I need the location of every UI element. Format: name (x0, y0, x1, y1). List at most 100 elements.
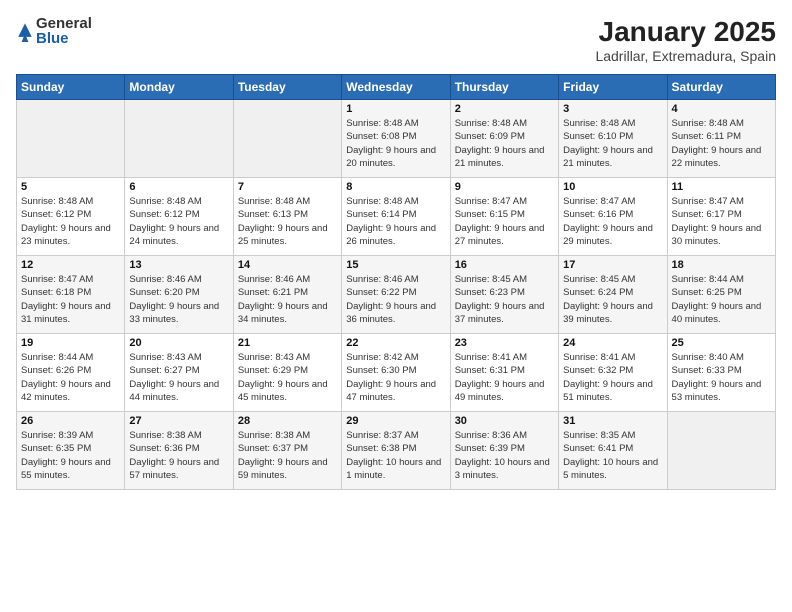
day-info: Sunrise: 8:37 AMSunset: 6:38 PMDaylight:… (346, 429, 445, 482)
day-info: Sunrise: 8:42 AMSunset: 6:30 PMDaylight:… (346, 351, 445, 404)
day-info: Sunrise: 8:47 AMSunset: 6:16 PMDaylight:… (563, 195, 662, 248)
day-cell: 17 Sunrise: 8:45 AMSunset: 6:24 PMDaylig… (559, 256, 667, 334)
day-cell (667, 412, 775, 490)
day-info: Sunrise: 8:47 AMSunset: 6:17 PMDaylight:… (672, 195, 771, 248)
day-number: 10 (563, 181, 662, 193)
day-cell: 18 Sunrise: 8:44 AMSunset: 6:25 PMDaylig… (667, 256, 775, 334)
day-info: Sunrise: 8:44 AMSunset: 6:25 PMDaylight:… (672, 273, 771, 326)
week-row-2: 5 Sunrise: 8:48 AMSunset: 6:12 PMDayligh… (17, 178, 776, 256)
day-info: Sunrise: 8:48 AMSunset: 6:13 PMDaylight:… (238, 195, 337, 248)
logo-text: General Blue (36, 16, 92, 46)
day-cell: 24 Sunrise: 8:41 AMSunset: 6:32 PMDaylig… (559, 334, 667, 412)
logo-blue: Blue (36, 31, 92, 46)
day-cell: 9 Sunrise: 8:47 AMSunset: 6:15 PMDayligh… (450, 178, 558, 256)
day-cell: 26 Sunrise: 8:39 AMSunset: 6:35 PMDaylig… (17, 412, 125, 490)
day-number: 19 (21, 337, 120, 349)
logo-general: General (36, 16, 92, 31)
day-info: Sunrise: 8:43 AMSunset: 6:27 PMDaylight:… (129, 351, 228, 404)
day-info: Sunrise: 8:48 AMSunset: 6:08 PMDaylight:… (346, 117, 445, 170)
day-info: Sunrise: 8:45 AMSunset: 6:24 PMDaylight:… (563, 273, 662, 326)
day-number: 30 (455, 415, 554, 427)
logo: General Blue (16, 16, 92, 46)
day-info: Sunrise: 8:48 AMSunset: 6:14 PMDaylight:… (346, 195, 445, 248)
day-info: Sunrise: 8:45 AMSunset: 6:23 PMDaylight:… (455, 273, 554, 326)
day-info: Sunrise: 8:41 AMSunset: 6:31 PMDaylight:… (455, 351, 554, 404)
day-number: 28 (238, 415, 337, 427)
header-cell-saturday: Saturday (667, 75, 775, 100)
day-number: 25 (672, 337, 771, 349)
day-cell: 3 Sunrise: 8:48 AMSunset: 6:10 PMDayligh… (559, 100, 667, 178)
calendar-table: SundayMondayTuesdayWednesdayThursdayFrid… (16, 74, 776, 490)
header-cell-monday: Monday (125, 75, 233, 100)
day-number: 15 (346, 259, 445, 271)
week-row-3: 12 Sunrise: 8:47 AMSunset: 6:18 PMDaylig… (17, 256, 776, 334)
day-cell: 31 Sunrise: 8:35 AMSunset: 6:41 PMDaylig… (559, 412, 667, 490)
day-info: Sunrise: 8:47 AMSunset: 6:15 PMDaylight:… (455, 195, 554, 248)
day-number: 12 (21, 259, 120, 271)
day-info: Sunrise: 8:48 AMSunset: 6:10 PMDaylight:… (563, 117, 662, 170)
day-cell: 8 Sunrise: 8:48 AMSunset: 6:14 PMDayligh… (342, 178, 450, 256)
day-info: Sunrise: 8:48 AMSunset: 6:12 PMDaylight:… (129, 195, 228, 248)
week-row-5: 26 Sunrise: 8:39 AMSunset: 6:35 PMDaylig… (17, 412, 776, 490)
day-cell: 7 Sunrise: 8:48 AMSunset: 6:13 PMDayligh… (233, 178, 341, 256)
day-cell (125, 100, 233, 178)
day-number: 21 (238, 337, 337, 349)
day-number: 11 (672, 181, 771, 193)
day-number: 16 (455, 259, 554, 271)
day-number: 20 (129, 337, 228, 349)
day-cell: 12 Sunrise: 8:47 AMSunset: 6:18 PMDaylig… (17, 256, 125, 334)
day-number: 14 (238, 259, 337, 271)
day-cell: 23 Sunrise: 8:41 AMSunset: 6:31 PMDaylig… (450, 334, 558, 412)
day-cell: 15 Sunrise: 8:46 AMSunset: 6:22 PMDaylig… (342, 256, 450, 334)
day-number: 13 (129, 259, 228, 271)
day-cell: 25 Sunrise: 8:40 AMSunset: 6:33 PMDaylig… (667, 334, 775, 412)
header-cell-wednesday: Wednesday (342, 75, 450, 100)
header-cell-thursday: Thursday (450, 75, 558, 100)
day-cell: 6 Sunrise: 8:48 AMSunset: 6:12 PMDayligh… (125, 178, 233, 256)
day-info: Sunrise: 8:35 AMSunset: 6:41 PMDaylight:… (563, 429, 662, 482)
day-number: 7 (238, 181, 337, 193)
day-cell: 4 Sunrise: 8:48 AMSunset: 6:11 PMDayligh… (667, 100, 775, 178)
day-number: 17 (563, 259, 662, 271)
page: General Blue January 2025 Ladrillar, Ext… (0, 0, 792, 612)
day-cell: 30 Sunrise: 8:36 AMSunset: 6:39 PMDaylig… (450, 412, 558, 490)
day-number: 9 (455, 181, 554, 193)
day-cell (233, 100, 341, 178)
day-cell: 14 Sunrise: 8:46 AMSunset: 6:21 PMDaylig… (233, 256, 341, 334)
day-info: Sunrise: 8:46 AMSunset: 6:20 PMDaylight:… (129, 273, 228, 326)
day-cell: 13 Sunrise: 8:46 AMSunset: 6:20 PMDaylig… (125, 256, 233, 334)
day-cell: 16 Sunrise: 8:45 AMSunset: 6:23 PMDaylig… (450, 256, 558, 334)
day-cell: 19 Sunrise: 8:44 AMSunset: 6:26 PMDaylig… (17, 334, 125, 412)
header: General Blue January 2025 Ladrillar, Ext… (16, 16, 776, 64)
day-cell: 27 Sunrise: 8:38 AMSunset: 6:36 PMDaylig… (125, 412, 233, 490)
day-number: 5 (21, 181, 120, 193)
day-number: 29 (346, 415, 445, 427)
day-info: Sunrise: 8:38 AMSunset: 6:37 PMDaylight:… (238, 429, 337, 482)
day-info: Sunrise: 8:36 AMSunset: 6:39 PMDaylight:… (455, 429, 554, 482)
week-row-4: 19 Sunrise: 8:44 AMSunset: 6:26 PMDaylig… (17, 334, 776, 412)
day-info: Sunrise: 8:47 AMSunset: 6:18 PMDaylight:… (21, 273, 120, 326)
day-number: 22 (346, 337, 445, 349)
day-number: 27 (129, 415, 228, 427)
calendar-title: January 2025 (595, 16, 776, 48)
day-cell (17, 100, 125, 178)
day-info: Sunrise: 8:48 AMSunset: 6:11 PMDaylight:… (672, 117, 771, 170)
day-number: 24 (563, 337, 662, 349)
day-cell: 21 Sunrise: 8:43 AMSunset: 6:29 PMDaylig… (233, 334, 341, 412)
logo-icon (16, 20, 34, 42)
day-info: Sunrise: 8:46 AMSunset: 6:22 PMDaylight:… (346, 273, 445, 326)
header-row: SundayMondayTuesdayWednesdayThursdayFrid… (17, 75, 776, 100)
week-row-1: 1 Sunrise: 8:48 AMSunset: 6:08 PMDayligh… (17, 100, 776, 178)
day-number: 2 (455, 103, 554, 115)
day-cell: 22 Sunrise: 8:42 AMSunset: 6:30 PMDaylig… (342, 334, 450, 412)
day-number: 3 (563, 103, 662, 115)
day-info: Sunrise: 8:46 AMSunset: 6:21 PMDaylight:… (238, 273, 337, 326)
day-number: 1 (346, 103, 445, 115)
day-info: Sunrise: 8:41 AMSunset: 6:32 PMDaylight:… (563, 351, 662, 404)
day-number: 18 (672, 259, 771, 271)
day-cell: 29 Sunrise: 8:37 AMSunset: 6:38 PMDaylig… (342, 412, 450, 490)
day-cell: 28 Sunrise: 8:38 AMSunset: 6:37 PMDaylig… (233, 412, 341, 490)
calendar-subtitle: Ladrillar, Extremadura, Spain (595, 48, 776, 64)
header-cell-friday: Friday (559, 75, 667, 100)
day-info: Sunrise: 8:39 AMSunset: 6:35 PMDaylight:… (21, 429, 120, 482)
